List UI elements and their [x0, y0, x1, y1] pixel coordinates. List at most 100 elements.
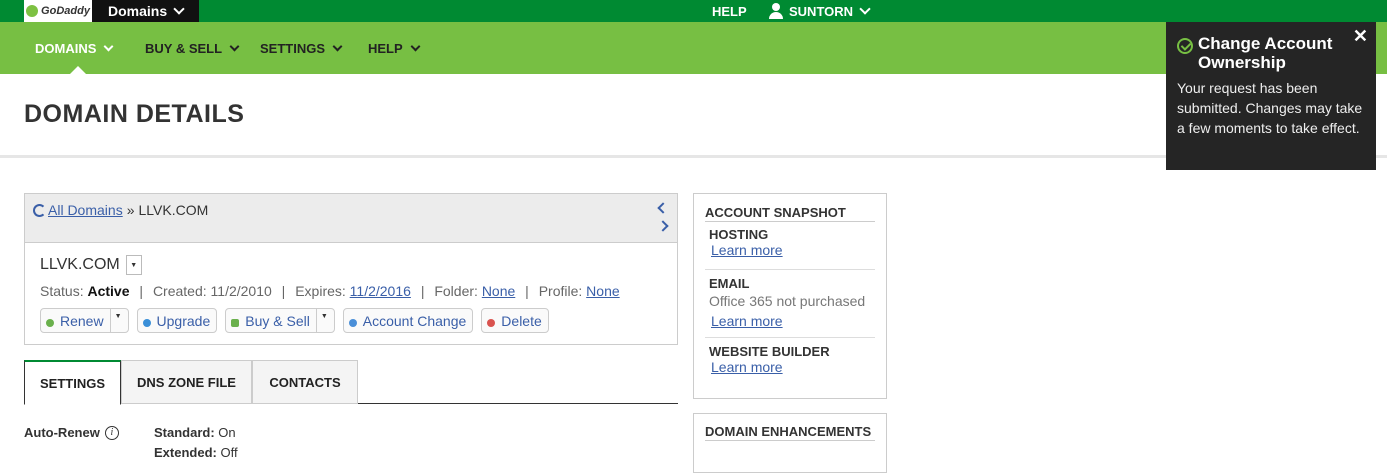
buy-sell-dropdown-caret[interactable]: ▼ [315, 309, 328, 332]
nav-item-label: BUY & SELL [145, 40, 223, 56]
standard-renew-row: Standard: On [154, 425, 236, 440]
nav-item-label: DOMAINS [35, 40, 97, 56]
email-learn-more-link[interactable]: Learn more [711, 313, 783, 329]
account-change-button[interactable]: Account Change [342, 308, 474, 333]
snapshot-divider [705, 269, 875, 270]
logo-text: GoDaddy [41, 5, 90, 17]
nav-item-settings[interactable]: SETTINGS [260, 22, 343, 74]
nav-item-buy-sell[interactable]: BUY & SELL [145, 22, 240, 74]
chevron-left-icon[interactable] [657, 202, 669, 214]
tab-dns-zone-file[interactable]: DNS ZONE FILE [121, 360, 252, 404]
email-status: Office 365 not purchased Learn more [709, 291, 875, 331]
chevron-down-icon [173, 3, 185, 15]
detail-tabs: SETTINGS DNS ZONE FILE CONTACTS [24, 360, 678, 405]
extended-value: Off [220, 445, 238, 460]
domains-menu-label: Domains [108, 3, 168, 19]
account-snapshot: ACCOUNT SNAPSHOT HOSTING Learn more EMAI… [693, 193, 887, 399]
domain-dropdown-button[interactable]: ▼ [125, 255, 142, 275]
renew-icon [46, 318, 54, 327]
caret-down-icon: ▼ [130, 261, 138, 269]
top-help-link[interactable]: HELP [712, 0, 747, 22]
breadcrumb-separator: » [126, 202, 135, 218]
upgrade-button[interactable]: Upgrade [136, 308, 218, 333]
delete-button[interactable]: Delete [481, 308, 549, 333]
person-icon [348, 318, 357, 327]
tab-label: DNS ZONE FILE [137, 374, 236, 390]
breadcrumb-bar: All Domains » LLVK.COM [25, 194, 677, 243]
upgrade-icon [142, 318, 151, 327]
domain-actions: Renew ▼ Upgrade Buy & Sell ▼ Account Cha… [40, 308, 557, 333]
breadcrumb-all-domains[interactable]: All Domains [48, 202, 123, 218]
snapshot-hosting: HOSTING Learn more [709, 227, 875, 260]
domain-status-line: Status: Active | Created: 11/2/2010 | Ex… [40, 283, 620, 299]
delete-label: Delete [501, 312, 542, 329]
chevron-down-icon [410, 41, 421, 51]
extended-renew-row: Extended: Off [154, 445, 238, 460]
chevron-down-icon [103, 41, 114, 51]
top-bar: GoDaddy Domains HELP SUNTORN [0, 0, 1387, 22]
check-circle-icon [1177, 38, 1193, 54]
logo-icon [26, 5, 39, 17]
refresh-icon[interactable] [33, 203, 46, 217]
folder-link[interactable]: None [482, 283, 515, 299]
email-status-text: Office 365 not purchased [709, 293, 866, 309]
chevron-right-icon[interactable] [657, 220, 669, 232]
nav-item-label: SETTINGS [260, 40, 326, 56]
profile-link[interactable]: None [586, 283, 619, 299]
delete-icon [487, 318, 496, 327]
tab-settings[interactable]: SETTINGS [24, 360, 121, 405]
nav-item-label: HELP [368, 40, 403, 56]
snapshot-title: ACCOUNT SNAPSHOT [705, 205, 875, 222]
close-icon[interactable]: ✕ [1353, 26, 1368, 47]
chevron-down-icon [859, 3, 871, 15]
account-change-label: Account Change [362, 312, 467, 329]
created-value: 11/2/2010 [210, 283, 272, 299]
dollar-icon [231, 318, 240, 327]
website-builder-title: WEBSITE BUILDER [709, 344, 830, 359]
breadcrumb: All Domains » LLVK.COM [33, 202, 208, 218]
standard-label: Standard: [154, 425, 215, 440]
buy-sell-label: Buy & Sell [245, 312, 310, 329]
renew-label: Renew [60, 312, 104, 329]
renew-button[interactable]: Renew ▼ [40, 308, 129, 333]
created-label: Created: [152, 283, 207, 299]
status-value: Active [87, 283, 130, 299]
domain-enhancements: DOMAIN ENHANCEMENTS [693, 413, 887, 473]
snapshot-website-builder: WEBSITE BUILDER Learn more [709, 344, 875, 377]
tab-contacts[interactable]: CONTACTS [252, 360, 358, 404]
toast-title: Change Account Ownership [1198, 34, 1333, 72]
user-name: SUNTORN [789, 3, 854, 19]
domains-menu-button[interactable]: Domains [92, 0, 199, 22]
info-icon[interactable]: i [104, 425, 119, 440]
email-title: EMAIL [709, 276, 750, 291]
separator: | [139, 283, 144, 299]
buy-sell-button[interactable]: Buy & Sell ▼ [225, 308, 335, 333]
separator: | [281, 283, 286, 299]
domain-panel: All Domains » LLVK.COM LLVK.COM ▼ Status… [24, 193, 678, 345]
separator: | [420, 283, 425, 299]
website-builder-learn-more-link[interactable]: Learn more [711, 359, 783, 375]
domain-name-row: LLVK.COM ▼ [40, 255, 142, 275]
domain-name: LLVK.COM [40, 256, 120, 273]
nav-active-pointer [70, 66, 86, 74]
toast-header: Change Account Ownership [1177, 34, 1364, 72]
profile-label: Profile: [538, 283, 583, 299]
separator: | [525, 283, 529, 299]
snapshot-email: EMAIL Office 365 not purchased Learn mor… [709, 276, 875, 331]
renew-dropdown-caret[interactable]: ▼ [109, 309, 122, 332]
notification-toast: ✕ Change Account Ownership Your request … [1166, 22, 1376, 170]
user-menu-button[interactable]: SUNTORN [768, 0, 871, 22]
godaddy-logo[interactable]: GoDaddy [24, 0, 92, 22]
status-label: Status: [40, 283, 84, 299]
nav-item-help[interactable]: HELP [368, 22, 421, 74]
hosting-learn-more-link[interactable]: Learn more [711, 242, 783, 258]
chevron-down-icon [332, 41, 343, 51]
standard-value: On [218, 425, 236, 440]
tab-label: CONTACTS [269, 374, 341, 390]
hosting-title: HOSTING [709, 227, 769, 242]
expires-link[interactable]: 11/2/2016 [350, 283, 411, 299]
tab-label: SETTINGS [39, 375, 105, 391]
auto-renew-label: Auto-Renew i [24, 425, 119, 440]
snapshot-divider [705, 337, 875, 338]
upgrade-label: Upgrade [156, 312, 211, 329]
